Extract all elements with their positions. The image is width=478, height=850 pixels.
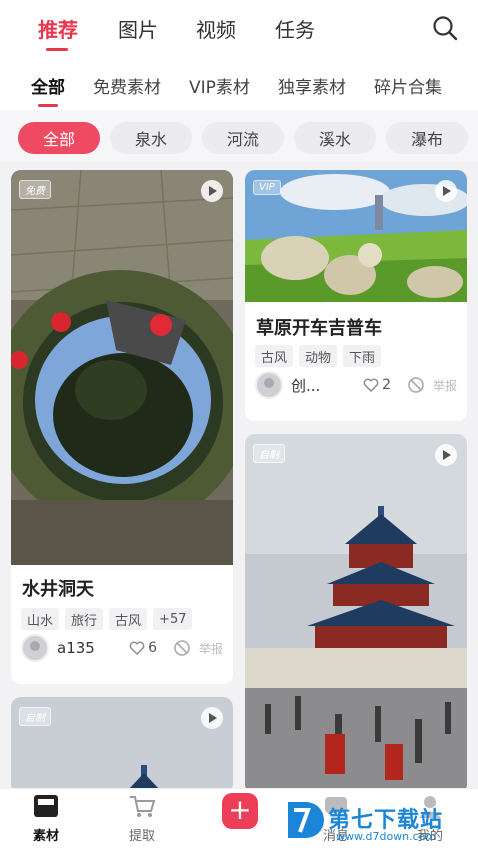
report-link[interactable]: 举报 (433, 377, 457, 394)
filter-chip-bar: 全部 泉水 河流 溪水 瀑布 (0, 110, 478, 162)
material-card[interactable]: VIP 草原开车吉普车 古风 动物 下雨 创... 2 举报 (245, 170, 467, 421)
nav-material[interactable]: 素材 (16, 793, 76, 844)
card-thumbnail[interactable]: 自制 (11, 697, 233, 794)
subtab-all[interactable]: 全部 (31, 73, 65, 98)
tag[interactable]: 下雨 (343, 345, 382, 367)
like-count: 2 (382, 377, 391, 393)
tab-tasks[interactable]: 任务 (275, 14, 315, 43)
like-count: 6 (148, 640, 157, 656)
chip-river[interactable]: 河流 (202, 122, 284, 154)
play-icon[interactable] (201, 180, 223, 202)
subtab-free[interactable]: 免费素材 (93, 73, 161, 98)
card-meta: 创... 2 举报 (255, 370, 457, 400)
tab-videos[interactable]: 视频 (196, 14, 236, 43)
active-subtab-indicator (38, 104, 58, 107)
watermark-logo-icon (288, 802, 324, 838)
material-card[interactable]: 自制 (245, 434, 467, 794)
card-meta: a135 6 举报 (21, 633, 223, 663)
add-button[interactable]: + (222, 793, 258, 829)
cart-icon (130, 796, 156, 817)
card-thumbnail[interactable]: VIP (245, 170, 467, 302)
block-icon[interactable] (173, 639, 191, 657)
material-card[interactable]: 免费 水井洞天 山水 旅行 古风 +57 a135 6 举报 (11, 170, 233, 684)
chip-stream[interactable]: 溪水 (294, 122, 376, 154)
avatar[interactable] (255, 371, 283, 399)
nav-label: 提取 (128, 829, 155, 844)
active-tab-indicator (46, 48, 68, 51)
original-badge: 自制 (19, 707, 51, 726)
site-watermark: 第七下载站 www.d7down.com (284, 798, 474, 848)
top-tab-bar: 推荐 图片 视频 任务 (0, 0, 478, 58)
tab-images[interactable]: 图片 (118, 14, 158, 43)
card-thumbnail[interactable]: 自制 (245, 434, 467, 794)
avatar[interactable] (21, 634, 49, 662)
tag[interactable]: 旅行 (65, 608, 104, 630)
tag[interactable]: 古风 (255, 345, 294, 367)
play-icon[interactable] (201, 707, 223, 729)
free-badge: 免费 (19, 180, 51, 199)
tab-recommend[interactable]: 推荐 (38, 14, 78, 43)
watermark-url: www.d7down.com (336, 830, 437, 843)
chip-waterfall[interactable]: 瀑布 (386, 122, 468, 154)
like-button[interactable]: 2 (363, 377, 391, 393)
tag-more[interactable]: +57 (153, 608, 193, 630)
tag-list: 山水 旅行 古风 +57 (21, 608, 193, 630)
tag[interactable]: 山水 (21, 608, 60, 630)
chip-all[interactable]: 全部 (18, 122, 100, 154)
play-icon[interactable] (435, 180, 457, 202)
nav-extract[interactable]: 提取 (112, 793, 172, 844)
report-link[interactable]: 举报 (199, 640, 223, 657)
card-thumbnail[interactable]: 免费 (11, 170, 233, 565)
play-icon[interactable] (435, 444, 457, 466)
subtab-vip[interactable]: VIP素材 (189, 73, 250, 98)
material-icon (34, 795, 58, 817)
card-title: 水井洞天 (22, 579, 94, 600)
original-badge: 自制 (253, 444, 285, 463)
block-icon[interactable] (407, 376, 425, 394)
chip-spring[interactable]: 泉水 (110, 122, 192, 154)
tag[interactable]: 古风 (109, 608, 148, 630)
sub-tab-bar: 全部 免费素材 VIP素材 独享素材 碎片合集 (0, 58, 478, 110)
material-card[interactable]: 自制 (11, 697, 233, 794)
author-name[interactable]: 创... (291, 375, 320, 396)
heart-icon (363, 378, 379, 392)
like-button[interactable]: 6 (129, 640, 157, 656)
heart-icon (129, 641, 145, 655)
subtab-exclusive[interactable]: 独享素材 (278, 73, 346, 98)
vip-badge: VIP (253, 180, 281, 195)
tag-list: 古风 动物 下雨 (255, 345, 382, 367)
tag[interactable]: 动物 (299, 345, 338, 367)
nav-label: 素材 (32, 829, 59, 844)
subtab-fragments[interactable]: 碎片合集 (374, 73, 442, 98)
author-name[interactable]: a135 (57, 639, 95, 657)
search-icon[interactable] (431, 14, 459, 42)
card-title: 草原开车吉普车 (256, 318, 382, 339)
